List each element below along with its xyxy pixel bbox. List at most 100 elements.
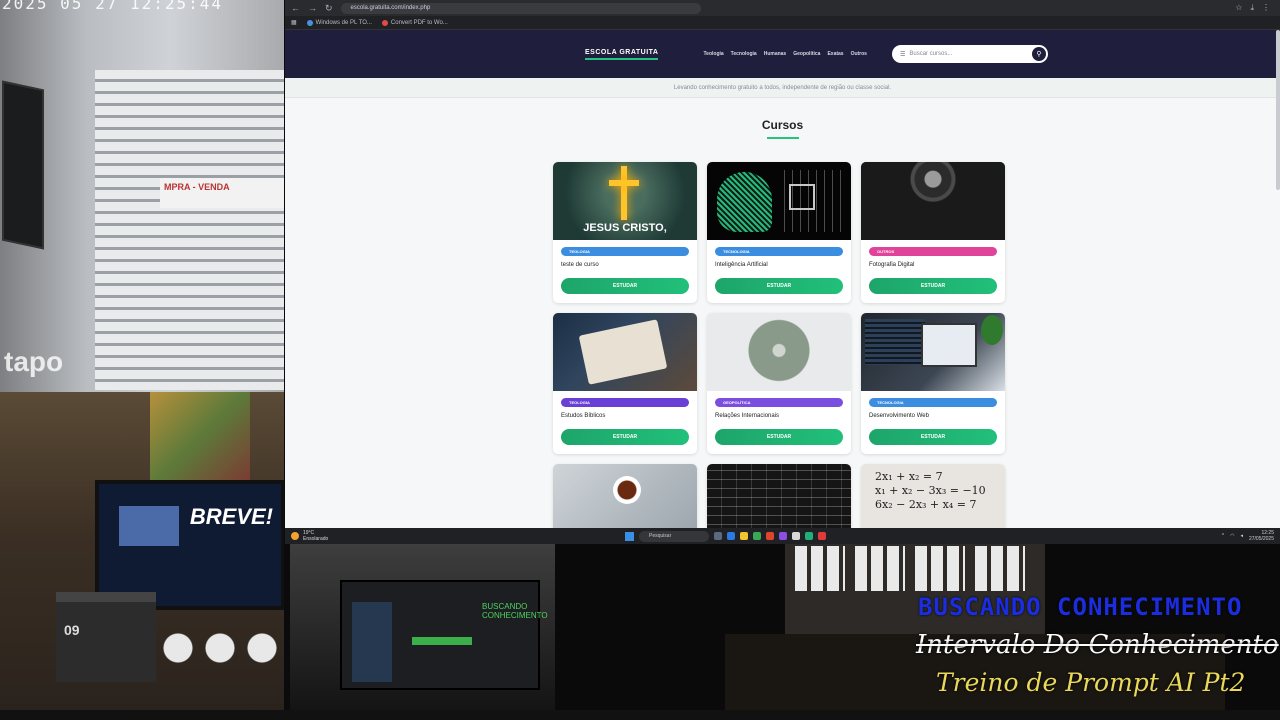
course-card[interactable]: 2x₁ + x₂ = 7 x₁ + x₂ − 3x₃ = −10 6x₂ − 2x₃… xyxy=(861,464,1005,528)
category-badge: OUTROS xyxy=(869,247,997,256)
nav-link-tecnologia[interactable]: Tecnologia xyxy=(731,51,757,57)
study-button[interactable]: ESTUDAR xyxy=(869,429,997,445)
search-box: ☰ Buscar cursos... ⚲ xyxy=(891,45,1048,63)
cross-bar xyxy=(609,180,639,186)
obs-icon[interactable] xyxy=(792,532,800,540)
light-panel xyxy=(795,546,845,591)
clock-date: 27/05/2025 xyxy=(1248,536,1274,542)
chevron-up-icon[interactable]: ^ xyxy=(1222,533,1224,539)
nav-link-outros[interactable]: Outros xyxy=(851,51,867,57)
system-tray: ^ ◠ ◂ 12:25 27/05/2025 xyxy=(1222,530,1280,542)
wall-poster xyxy=(150,392,250,482)
desk-calendar: 09 xyxy=(56,592,156,682)
taskbar-search[interactable]: Pesquisar xyxy=(639,530,709,542)
course-card[interactable]: GEOPOLÍTICA Relações Internacionais ESTU… xyxy=(707,313,851,454)
light-panel xyxy=(975,546,1025,591)
desk-monitor: BREVE! xyxy=(95,480,284,610)
search-input[interactable]: Buscar cursos... xyxy=(909,51,1032,57)
light-panel xyxy=(915,546,965,591)
course-image xyxy=(707,313,851,391)
course-title: Fotografia Digital xyxy=(869,262,915,268)
course-image: JESUS CRISTO, xyxy=(553,162,697,240)
bookmark-icon xyxy=(306,19,313,26)
bookmark-label: Windows de PL TO... xyxy=(315,19,372,26)
star-icon[interactable]: ☆ xyxy=(1235,3,1242,13)
course-card[interactable]: TECNOLOGIA Desenvolvimento Web ESTUDAR xyxy=(861,313,1005,454)
course-image: 2x₁ + x₂ = 7 x₁ + x₂ − 3x₃ = −10 6x₂ − 2x₃… xyxy=(861,464,1005,528)
list-icon: ☰ xyxy=(899,51,906,58)
app-icon[interactable] xyxy=(805,532,813,540)
code-screen xyxy=(865,319,925,365)
start-icon[interactable] xyxy=(625,531,634,541)
search-button[interactable]: ⚲ xyxy=(1031,47,1046,61)
category-badge: TEOLOGIA xyxy=(561,398,689,407)
browser-toolbar: ← → ↻ escola.gratuita.com/index.php ☆ ⤓ … xyxy=(285,0,1280,16)
course-image xyxy=(553,464,697,528)
course-image xyxy=(861,162,1005,240)
study-button[interactable]: ESTUDAR xyxy=(715,278,843,294)
course-card[interactable]: OUTROS Fotografia Digital ESTUDAR xyxy=(861,162,1005,303)
wall-tv xyxy=(2,80,44,250)
desk-screen: BUSCANDO CONHECIMENTO xyxy=(340,580,548,690)
bookmark-label: Convert PDF to Wo... xyxy=(390,19,448,26)
desk-camera-feed: BUSCANDO CONHECIMENTO xyxy=(290,544,555,710)
course-title: Relações Internacionais xyxy=(715,413,780,419)
study-button[interactable]: ESTUDAR xyxy=(715,429,843,445)
download-icon[interactable]: ⤓ xyxy=(1250,3,1254,13)
nav-link-geopolitica[interactable]: Geopolítica xyxy=(793,51,820,57)
site-logo[interactable]: ESCOLA GRATUITA xyxy=(585,49,659,60)
book-icon xyxy=(578,319,668,385)
reload-icon[interactable]: ↻ xyxy=(325,3,333,14)
address-bar[interactable]: escola.gratuita.com/index.php xyxy=(340,2,701,14)
task-view-icon[interactable] xyxy=(714,532,722,540)
clock[interactable]: 12:25 27/05/2025 xyxy=(1249,530,1274,542)
edge-icon[interactable] xyxy=(727,532,735,540)
scrollbar[interactable] xyxy=(1276,30,1280,190)
monitor-text: BREVE! xyxy=(189,504,273,529)
course-card[interactable] xyxy=(553,464,697,528)
laptop-screen xyxy=(921,323,977,367)
wifi-icon[interactable]: ◠ xyxy=(1230,533,1234,539)
overlay-subtitle: Intervalo Do Conhecimento xyxy=(916,630,1279,660)
course-card[interactable]: TEOLOGIA Estudos Bíblicos ESTUDAR xyxy=(553,313,697,454)
course-title: Desenvolvimento Web xyxy=(869,413,929,419)
course-title: Estudos Bíblicos xyxy=(561,413,606,419)
forward-icon[interactable]: → xyxy=(308,3,317,13)
weather-widget[interactable]: 19°C Ensolarado xyxy=(285,530,485,542)
study-button[interactable]: ESTUDAR xyxy=(869,278,997,294)
nav-link-humanas[interactable]: Humanas xyxy=(764,51,787,57)
course-card[interactable]: JESUS CRISTO, TEOLOGIA teste de curso ES… xyxy=(553,162,697,303)
app-icon[interactable] xyxy=(779,532,787,540)
menu-icon[interactable]: ⋮ xyxy=(1262,3,1270,13)
section-title: Cursos xyxy=(761,118,804,132)
windows-taskbar: 19°C Ensolarado Pesquisar ^ ◠ ◂ 12:25 27/0… xyxy=(285,528,1280,544)
nav-link-teologia[interactable]: Teologia xyxy=(703,51,723,57)
study-button[interactable]: ESTUDAR xyxy=(561,278,689,294)
sun-icon xyxy=(291,532,299,540)
back-icon[interactable]: ← xyxy=(291,3,300,13)
search-icon: ⚲ xyxy=(1036,51,1042,58)
study-button[interactable]: ESTUDAR xyxy=(561,429,689,445)
window-blinds xyxy=(95,70,284,390)
file-explorer-icon[interactable] xyxy=(740,532,748,540)
bookmark-item[interactable]: Windows de PL TO... xyxy=(306,19,372,26)
course-image xyxy=(861,313,1005,391)
chrome-icon[interactable] xyxy=(753,532,761,540)
bottom-strip xyxy=(0,710,1280,720)
volume-icon[interactable]: ◂ xyxy=(1240,533,1243,539)
bookmark-item[interactable]: Convert PDF to Wo... xyxy=(381,19,448,26)
course-image xyxy=(707,162,851,240)
course-card[interactable]: TECNOLOGIA Inteligência Artificial ESTUD… xyxy=(707,162,851,303)
category-badge: GEOPOLÍTICA xyxy=(715,398,843,407)
site-nav: Teologia Tecnologia Humanas Geopolítica … xyxy=(703,51,866,57)
bookmarks-bar: ▦ Windows de PL TO... Convert PDF to Wo.… xyxy=(285,16,1280,30)
app-icon[interactable] xyxy=(818,532,826,540)
course-card[interactable] xyxy=(707,464,851,528)
camera-brand-watermark: tapo xyxy=(4,346,64,377)
course-title: teste de curso xyxy=(561,262,599,268)
camera-timestamp: 2025 05 27 12:25:44 xyxy=(2,0,224,13)
app-icon[interactable] xyxy=(766,532,774,540)
screen: MPRA - VENDA 2025 05 27 12:25:44 tapo BR… xyxy=(0,0,1280,720)
apps-icon[interactable]: ▦ xyxy=(291,19,297,26)
nav-link-exatas[interactable]: Exatas xyxy=(827,51,843,57)
